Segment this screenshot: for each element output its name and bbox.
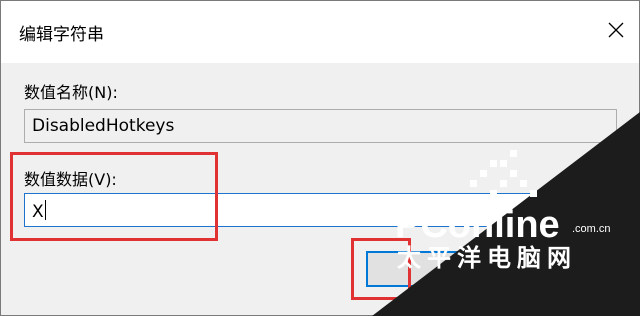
close-button[interactable] xyxy=(593,1,639,63)
dialog-title: 编辑字符串 xyxy=(19,25,104,45)
value-name-label: 数值名称(N): xyxy=(24,83,118,102)
value-data-highlight xyxy=(10,152,218,241)
ok-button-highlight xyxy=(351,238,411,300)
title-bar: 编辑字符串 xyxy=(1,1,639,63)
close-icon xyxy=(608,22,624,42)
value-name-field: DisabledHotkeys xyxy=(24,109,617,143)
